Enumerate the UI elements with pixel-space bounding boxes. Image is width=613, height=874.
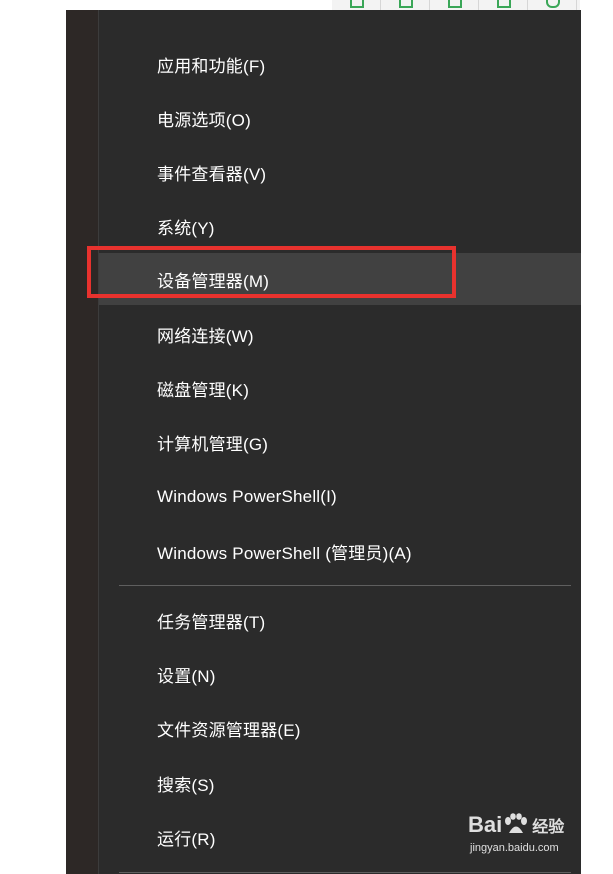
menu-item-label: 系统(Y)	[157, 218, 215, 238]
baidu-paw-icon	[505, 813, 528, 833]
menu-item-label: 应用和功能(F)	[157, 56, 266, 76]
menu-item-label: 事件查看器(V)	[157, 164, 267, 184]
menu-item-computer-management[interactable]: 计算机管理(G)	[99, 416, 581, 468]
watermark-brand-left: Bai	[468, 812, 503, 837]
toolbar-button-icon[interactable]	[479, 0, 528, 10]
menu-separator	[119, 585, 571, 586]
menu-item-powershell[interactable]: Windows PowerShell(I)	[99, 471, 581, 523]
watermark-brand: Bai 经验	[468, 812, 564, 838]
menu-item-network-connections[interactable]: 网络连接(W)	[99, 308, 581, 360]
menu-item-apps-and-features[interactable]: 应用和功能(F)	[99, 38, 581, 90]
menu-item-label: 搜索(S)	[157, 775, 215, 795]
toolbar-button-icon[interactable]	[381, 0, 430, 10]
menu-item-label: 运行(R)	[157, 829, 216, 849]
menu-item-label: 磁盘管理(K)	[157, 380, 250, 400]
menu-item-disk-management[interactable]: 磁盘管理(K)	[99, 362, 581, 414]
menu-item-label: 计算机管理(G)	[157, 434, 269, 454]
menu-item-power-options[interactable]: 电源选项(O)	[99, 92, 581, 144]
screenshot-stage: 应用和功能(F) 电源选项(O) 事件查看器(V) 系统(Y) 设备管理器(M)…	[0, 0, 613, 874]
menu-item-powershell-admin[interactable]: Windows PowerShell (管理员)(A)	[99, 525, 581, 577]
watermark-url: jingyan.baidu.com	[470, 842, 559, 854]
toolbar-button-icon[interactable]	[430, 0, 479, 10]
menu-item-label: 网络连接(W)	[157, 326, 254, 346]
winx-context-menu: 应用和功能(F) 电源选项(O) 事件查看器(V) 系统(Y) 设备管理器(M)…	[98, 10, 581, 874]
menu-item-event-viewer[interactable]: 事件查看器(V)	[99, 146, 581, 198]
menu-item-device-manager[interactable]: 设备管理器(M)	[99, 253, 581, 305]
baidu-jingyan-watermark: Bai 经验 jingyan.baidu.com	[468, 812, 608, 864]
desktop-backdrop	[66, 10, 98, 874]
toolbar-button-icon[interactable]	[332, 0, 381, 10]
menu-item-search[interactable]: 搜索(S)	[99, 757, 581, 809]
menu-item-label: 电源选项(O)	[157, 110, 251, 130]
menu-item-label: 文件资源管理器(E)	[157, 720, 301, 740]
menu-item-task-manager[interactable]: 任务管理器(T)	[99, 594, 581, 646]
menu-item-label: 任务管理器(T)	[157, 612, 266, 632]
menu-separator	[119, 872, 571, 873]
menu-item-label: Windows PowerShell (管理员)(A)	[157, 543, 412, 563]
menu-item-label: Windows PowerShell(I)	[157, 487, 337, 506]
menu-item-label: 设备管理器(M)	[157, 271, 270, 291]
menu-item-file-explorer[interactable]: 文件资源管理器(E)	[99, 702, 581, 754]
menu-item-system[interactable]: 系统(Y)	[99, 200, 581, 252]
menu-item-label: 设置(N)	[157, 666, 216, 686]
watermark-brand-right: 经验	[532, 819, 565, 836]
toolbar-button-icon[interactable]	[528, 0, 577, 10]
menu-item-settings[interactable]: 设置(N)	[99, 648, 581, 700]
